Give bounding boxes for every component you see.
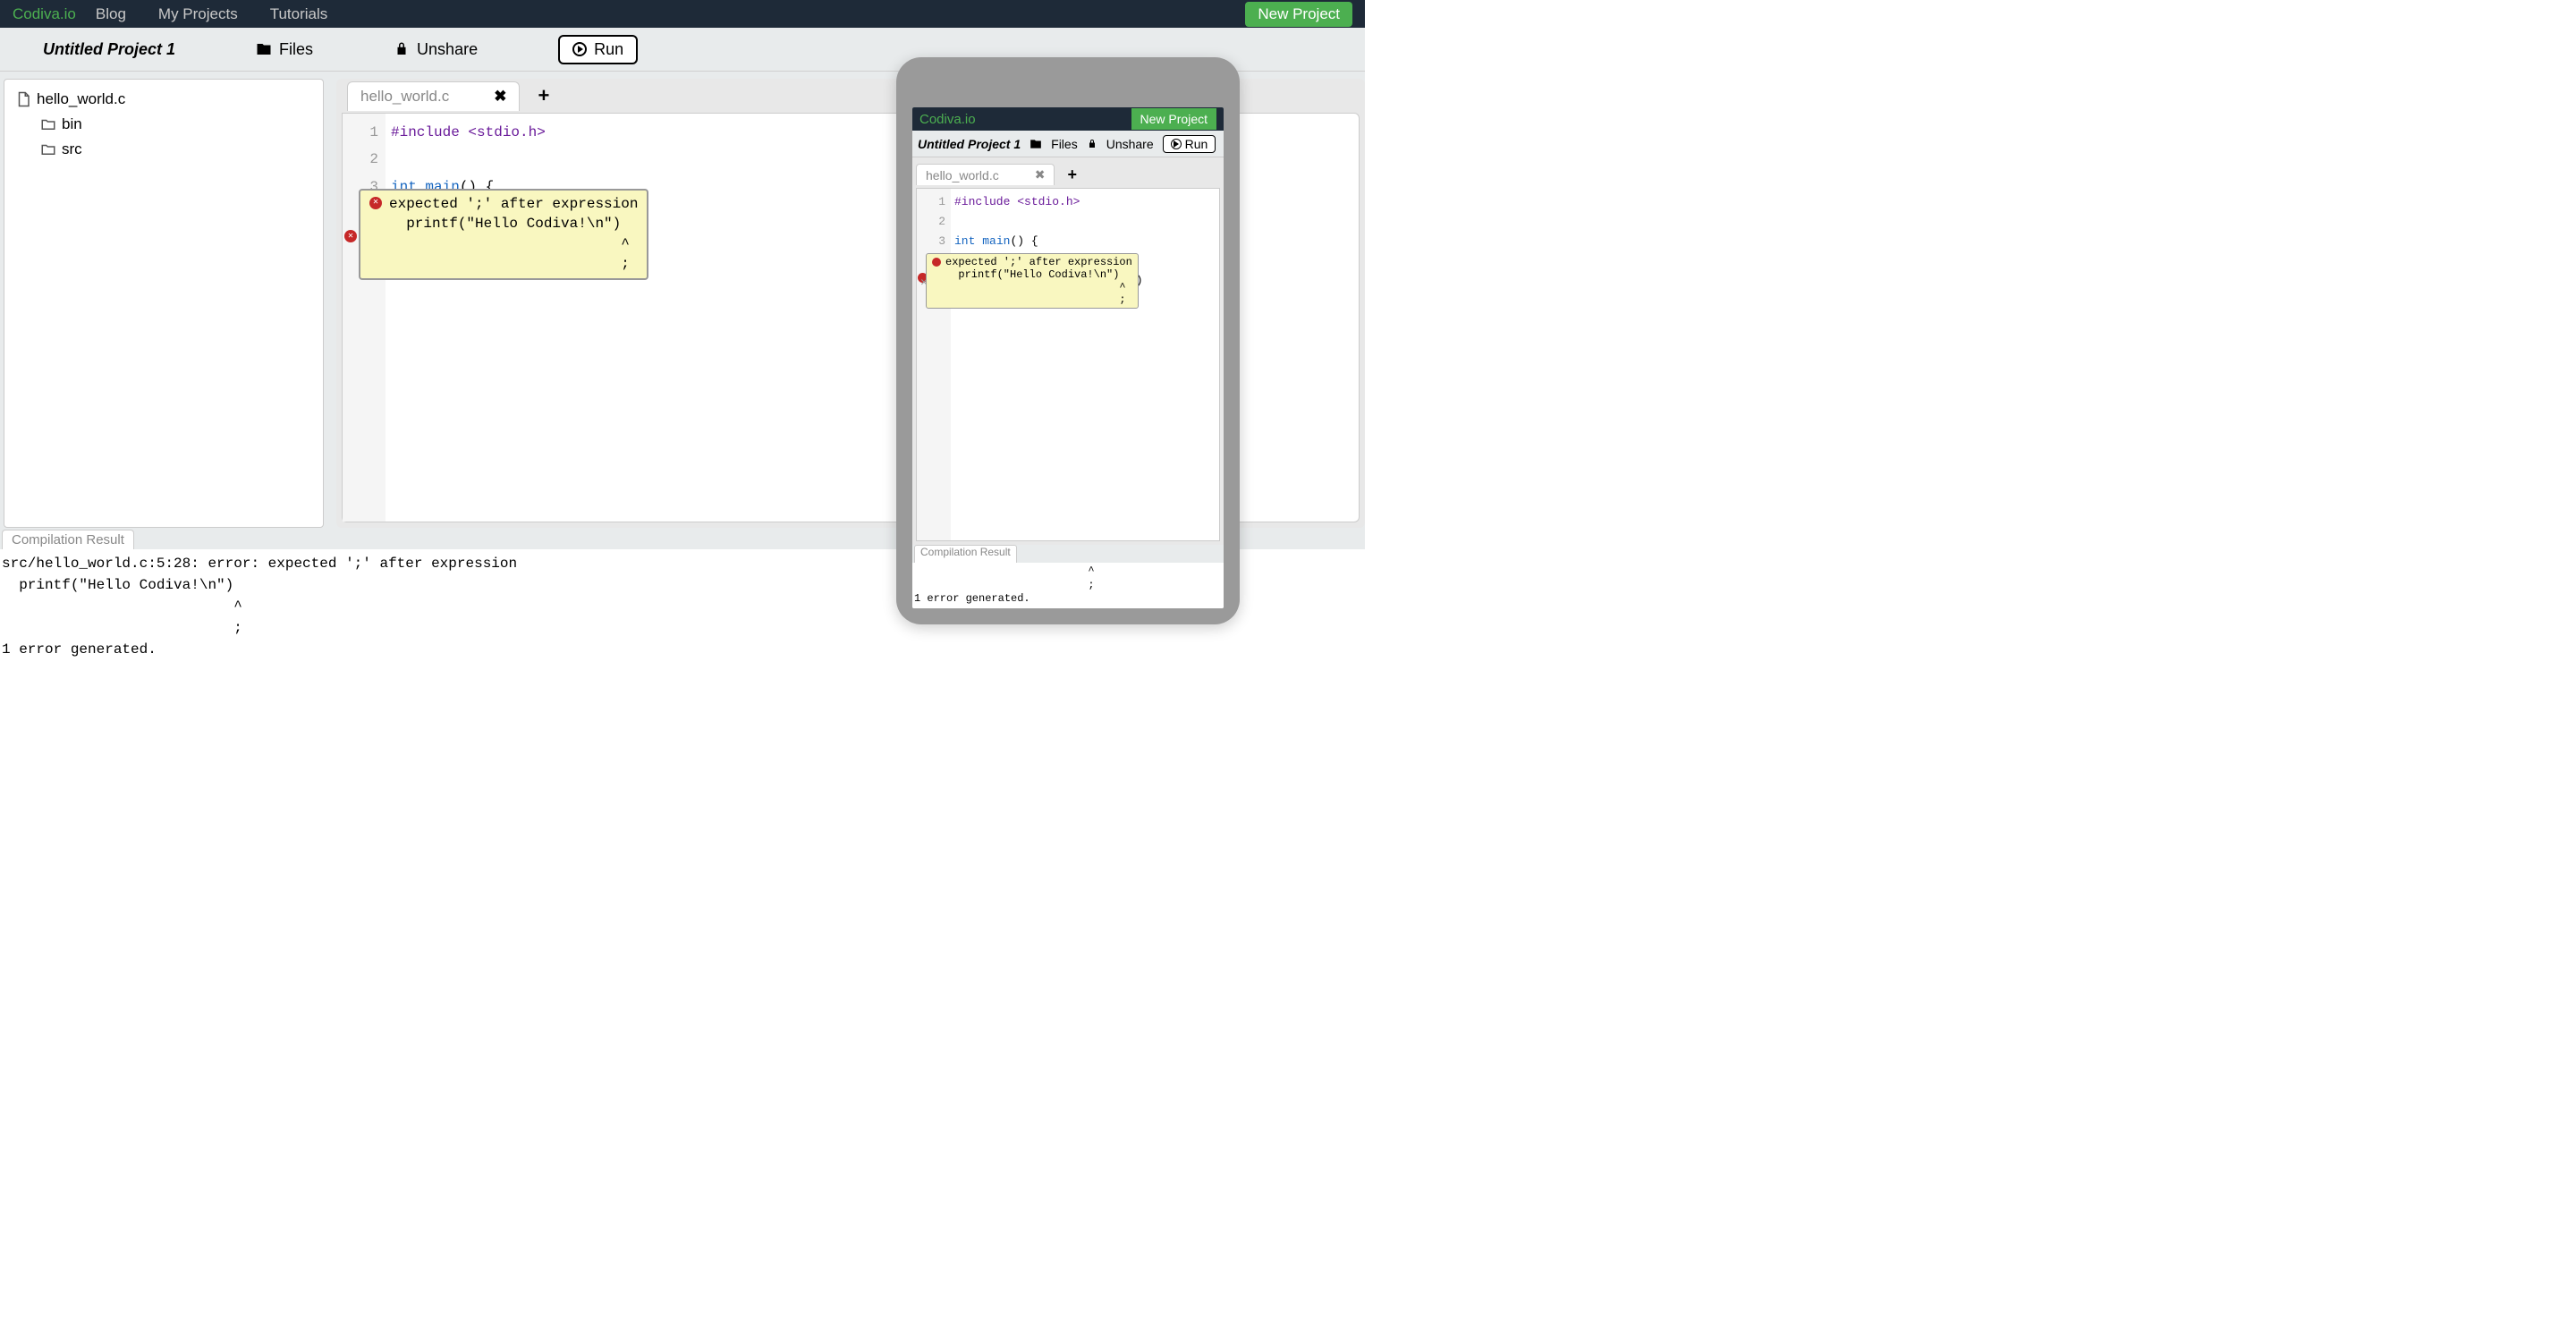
- mobile-tab-label: hello_world.c: [926, 168, 999, 182]
- unshare-label: Unshare: [417, 40, 478, 59]
- folder-bin-label: bin: [62, 115, 82, 133]
- mobile-run-button[interactable]: Run: [1163, 135, 1216, 153]
- compilation-tab[interactable]: Compilation Result: [2, 530, 134, 549]
- folder-icon: [40, 141, 56, 157]
- mobile-add-tab-button[interactable]: +: [1055, 163, 1089, 187]
- folder-src[interactable]: src: [15, 137, 312, 162]
- error-icon: ✕: [369, 197, 382, 209]
- nav-my-projects[interactable]: My Projects: [158, 5, 238, 23]
- mobile-close-tab-icon[interactable]: ✖: [1035, 167, 1046, 182]
- file-tree: hello_world.c bin src: [4, 79, 324, 528]
- folder-icon: [1030, 138, 1042, 150]
- files-button[interactable]: Files: [256, 40, 313, 59]
- error-tooltip-text: expected ';' after expression printf("He…: [389, 194, 638, 275]
- top-nav: Codiva.io Blog My Projects Tutorials New…: [0, 0, 1365, 28]
- mobile-error-text: expected ';' after expression printf("He…: [945, 256, 1132, 306]
- nav-blog[interactable]: Blog: [96, 5, 126, 23]
- play-icon: [1171, 139, 1182, 149]
- mobile-new-project-button[interactable]: New Project: [1131, 108, 1216, 130]
- mobile-main: hello_world.c ✖ + 12345✕ #include <stdio…: [912, 157, 1224, 545]
- file-icon: [15, 91, 31, 107]
- mobile-toolbar: Untitled Project 1 Files Unshare Run: [912, 131, 1224, 157]
- close-tab-icon[interactable]: ✖: [494, 88, 506, 106]
- folder-bin[interactable]: bin: [15, 112, 312, 137]
- lock-icon: [394, 41, 410, 57]
- folder-icon: [256, 41, 272, 57]
- mobile-files-button[interactable]: Files: [1051, 137, 1078, 151]
- add-tab-button[interactable]: +: [520, 79, 567, 113]
- mobile-editor[interactable]: 12345✕ #include <stdio.h> int main() { p…: [916, 188, 1220, 541]
- error-tooltip: ✕ expected ';' after expression printf("…: [359, 189, 648, 280]
- mobile-code[interactable]: #include <stdio.h> int main() { printf("…: [951, 189, 1143, 540]
- mobile-unshare-button[interactable]: Unshare: [1106, 137, 1154, 151]
- file-tree-root[interactable]: hello_world.c: [15, 87, 312, 112]
- nav-tutorials[interactable]: Tutorials: [270, 5, 328, 23]
- tab-hello-world[interactable]: hello_world.c ✖: [347, 81, 520, 111]
- mobile-error-tooltip: expected ';' after expression printf("He…: [926, 253, 1139, 309]
- error-icon: [932, 258, 941, 267]
- file-tree-root-label: hello_world.c: [37, 90, 125, 108]
- code-area[interactable]: #include <stdio.h> int main() { printf("…: [386, 114, 623, 522]
- mobile-project-title[interactable]: Untitled Project 1: [918, 137, 1021, 151]
- files-label: Files: [279, 40, 313, 59]
- mobile-tab[interactable]: hello_world.c ✖: [916, 164, 1055, 185]
- unshare-button[interactable]: Unshare: [394, 40, 478, 59]
- new-project-button[interactable]: New Project: [1245, 2, 1352, 27]
- lock-icon: [1087, 139, 1097, 149]
- mobile-tabs: hello_world.c ✖ +: [916, 161, 1220, 188]
- mobile-gutter: 12345✕: [917, 189, 951, 540]
- mobile-run-label: Run: [1185, 137, 1208, 151]
- line-gutter: 12345✕: [343, 114, 386, 522]
- folder-src-label: src: [62, 140, 82, 158]
- mobile-comp-tab[interactable]: Compilation Result: [914, 545, 1017, 563]
- run-label: Run: [594, 40, 623, 59]
- play-icon: [572, 42, 587, 56]
- project-title[interactable]: Untitled Project 1: [43, 40, 175, 59]
- mobile-logo[interactable]: Codiva.io: [919, 112, 976, 127]
- mobile-screen: Codiva.io New Project Untitled Project 1…: [912, 107, 1224, 608]
- folder-icon: [40, 116, 56, 132]
- mobile-comp-tabbar: Compilation Result: [912, 545, 1224, 563]
- mobile-preview: Codiva.io New Project Untitled Project 1…: [896, 57, 1240, 624]
- mobile-comp-output: ^ ; 1 error generated.: [912, 563, 1224, 608]
- run-button[interactable]: Run: [558, 35, 638, 64]
- tab-label: hello_world.c: [360, 88, 449, 106]
- logo[interactable]: Codiva.io: [13, 5, 76, 23]
- mobile-top-nav: Codiva.io New Project: [912, 107, 1224, 131]
